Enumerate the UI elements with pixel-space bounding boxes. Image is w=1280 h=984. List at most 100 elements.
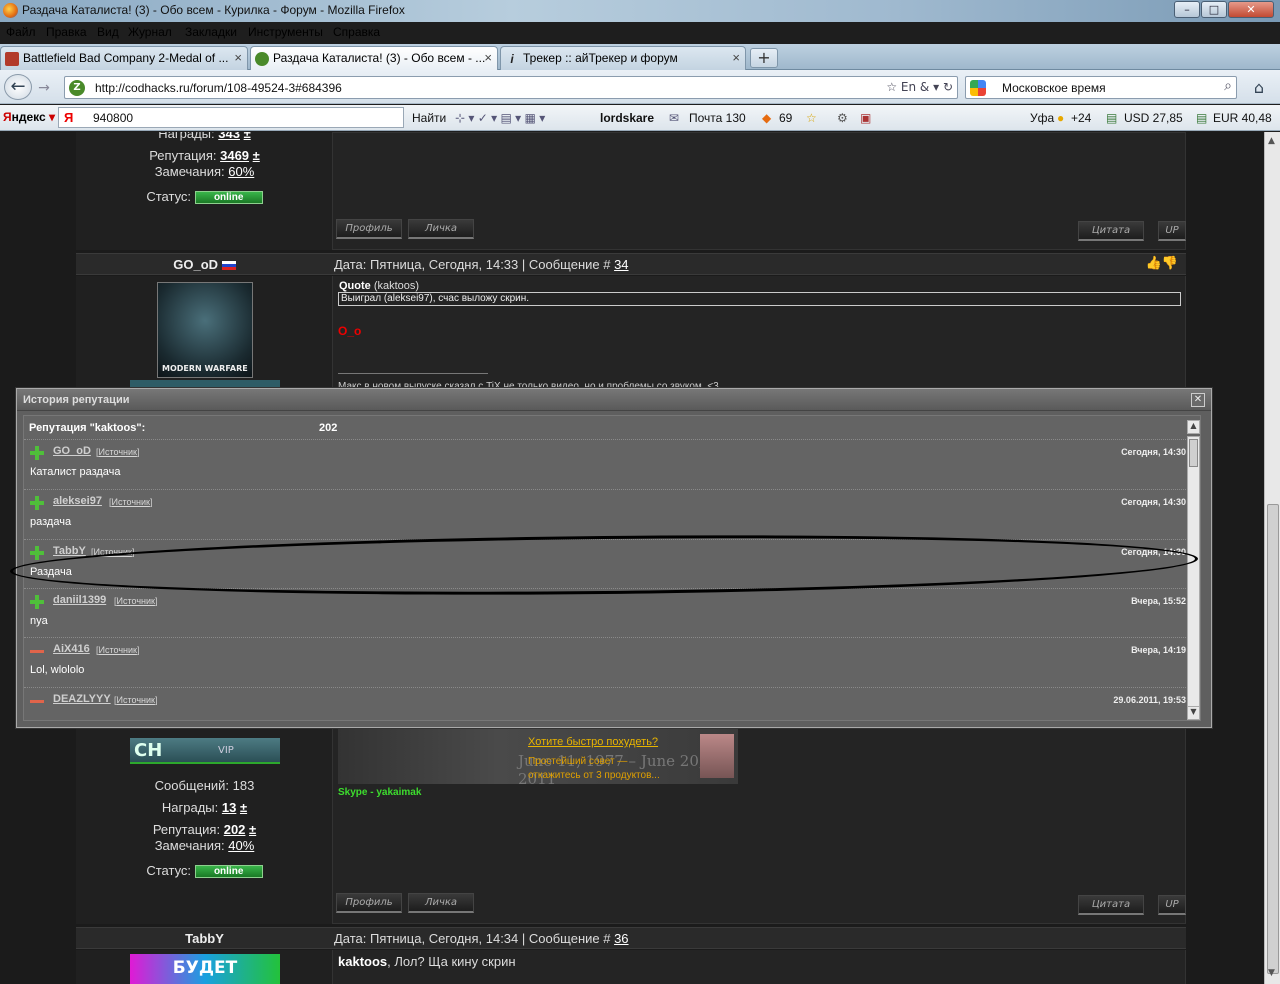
weather-city[interactable]: Уфа [1030, 111, 1054, 125]
source-link[interactable]: [Источник] [91, 547, 134, 557]
close-tab-icon[interactable]: × [484, 50, 492, 65]
post-meta: Дата: Пятница, Сегодня, 14:34 | Сообщени… [334, 931, 629, 946]
tab-forum[interactable]: Раздача Каталиста! (3) - Обо всем - ... … [250, 46, 498, 70]
new-tab-button[interactable]: + [750, 48, 778, 68]
close-tab-icon[interactable]: × [732, 50, 740, 65]
post-number-link[interactable]: 34 [614, 257, 628, 272]
ad-line1[interactable]: Простейший совет — [528, 756, 627, 767]
profile-button[interactable]: Профиль [336, 219, 402, 239]
entry-comment: nya [30, 615, 48, 627]
tab-label: Battlefield Bad Company 2-Medal of ... [23, 51, 229, 65]
entry-user-link[interactable]: AiX416 [53, 643, 90, 655]
yandex-feed-count[interactable]: 69 [779, 111, 792, 125]
search-go-icon[interactable]: ⌕ [1224, 78, 1232, 94]
search-input[interactable]: Московское время [1002, 81, 1106, 95]
yandex-mail[interactable]: Почта 130 [689, 111, 746, 125]
up-button[interactable]: UP [1158, 895, 1186, 915]
yandex-tools-icons[interactable]: ⊹ ▾ ✓ ▾ ▤ ▾ ▦ ▾ [455, 111, 545, 125]
ad-title[interactable]: Хотите быстро похудеть? [528, 736, 658, 748]
home-button[interactable]: ⌂ [1247, 77, 1271, 99]
menu-edit[interactable]: Правка [46, 25, 87, 39]
yandex-search-field[interactable]: Я 940800 [58, 107, 404, 128]
google-icon[interactable] [970, 80, 986, 96]
post-author[interactable]: TabbY [76, 931, 333, 946]
dialog-titlebar[interactable]: История репутации ✕ [17, 389, 1211, 411]
page-scrollbar[interactable]: ▲ ▼ [1264, 132, 1280, 984]
yandex-find-button[interactable]: Найти [412, 111, 446, 125]
list-scroll-down-icon[interactable]: ▼ [1187, 706, 1200, 720]
warn-link[interactable]: 40% [228, 838, 254, 853]
thumbs-icon[interactable]: 👍👎 [1146, 256, 1178, 271]
warn-link[interactable]: 60% [228, 164, 254, 179]
menu-history[interactable]: Журнал [128, 25, 172, 39]
tab-tracker[interactable]: i Трекер :: айТрекер и форум × [500, 46, 746, 70]
ad-line2[interactable]: откажитесь от 3 продуктов... [528, 770, 660, 781]
menu-help[interactable]: Справка [333, 25, 380, 39]
list-scroll-up-icon[interactable]: ▲ [1187, 420, 1200, 434]
menu-tools[interactable]: Инструменты [248, 25, 323, 39]
pm-button[interactable]: Личка [408, 219, 474, 239]
scroll-down-icon[interactable]: ▼ [1268, 968, 1275, 978]
post-author[interactable]: GO_oD [76, 257, 333, 272]
quote-button[interactable]: Цитата [1078, 895, 1144, 915]
minimize-button[interactable]: – [1174, 1, 1200, 18]
rep-link[interactable]: 3469 [220, 148, 249, 163]
list-scrollbar[interactable] [1187, 436, 1200, 708]
tab-battlefield[interactable]: Battlefield Bad Company 2-Medal of ... × [0, 46, 248, 70]
scroll-up-icon[interactable]: ▲ [1268, 136, 1275, 146]
up-button[interactable]: UP [1158, 221, 1186, 241]
weather-temp[interactable]: +24 [1071, 111, 1091, 125]
source-link[interactable]: [Источник] [96, 645, 139, 655]
back-button[interactable]: ← [4, 74, 32, 100]
forward-button[interactable]: → [34, 78, 54, 98]
address-bar[interactable]: Z http://codhacks.ru/forum/108-49524-3#6… [64, 76, 958, 99]
menu-file[interactable]: Файл [6, 25, 36, 39]
entry-user-link[interactable]: TabbY [53, 545, 86, 557]
maximize-button[interactable]: □ [1201, 1, 1227, 18]
source-link[interactable]: [Источник] [114, 596, 157, 606]
eur-rate[interactable]: EUR 40,48 [1213, 111, 1272, 125]
warn-stat: Замечания: 40% [154, 838, 255, 853]
menu-view[interactable]: Вид [97, 25, 119, 39]
awards-plus[interactable]: ± [240, 800, 247, 815]
rep-plus[interactable]: ± [249, 822, 256, 837]
yandex-toolbar: Яндекс ▾ Я 940800 Найти ⊹ ▾ ✓ ▾ ▤ ▾ ▦ ▾ … [0, 105, 1280, 131]
source-link[interactable]: [Источник] [114, 695, 157, 705]
entry-user-link[interactable]: aleksei97 [53, 495, 102, 507]
yandex-logo[interactable]: Яндекс ▾ [3, 110, 55, 124]
awards-link[interactable]: 13 [222, 800, 236, 815]
awards-link[interactable]: 343 [218, 132, 240, 141]
pm-button[interactable]: Личка [408, 893, 474, 913]
gear-icon[interactable]: ⚙ [837, 111, 848, 125]
entry-user-link[interactable]: daniil1399 [53, 594, 106, 606]
close-window-button[interactable]: ✕ [1228, 1, 1274, 18]
scroll-thumb[interactable] [1267, 504, 1279, 974]
plus-icon [30, 595, 44, 609]
dialog-close-button[interactable]: ✕ [1191, 393, 1205, 407]
entry-user-link[interactable]: DEAZLYYY [53, 693, 111, 705]
menu-bookmarks[interactable]: Закладки [185, 25, 237, 39]
source-link[interactable]: [Источник] [96, 447, 139, 457]
site-identity-icon[interactable]: Z [69, 80, 85, 96]
entry-time: Вчера, 14:19 [1131, 645, 1186, 655]
yandex-user[interactable]: lordskare [600, 111, 654, 125]
profile-button[interactable]: Профиль [336, 893, 402, 913]
source-link[interactable]: [Источник] [109, 497, 152, 507]
star-icon[interactable]: ☆ [806, 111, 817, 125]
search-bar[interactable]: Московское время ⌕ [965, 76, 1237, 99]
usd-rate[interactable]: USD 27,85 [1124, 111, 1183, 125]
entry-user-link[interactable]: GO_oD [53, 445, 91, 457]
address-bar-tools[interactable]: ☆ En & ▾ ↻ [886, 80, 953, 94]
yandex-menu-chevron-icon[interactable]: ▾ [49, 110, 55, 124]
yandex-search-input[interactable]: 940800 [93, 111, 133, 125]
list-scroll-thumb[interactable] [1189, 439, 1198, 467]
post-number-link[interactable]: 36 [614, 931, 628, 946]
quote-button[interactable]: Цитата [1078, 221, 1144, 241]
rep-plus[interactable]: ± [253, 148, 260, 163]
url-text[interactable]: http://codhacks.ru/forum/108-49524-3#684… [95, 81, 342, 95]
ad-image[interactable] [700, 734, 734, 778]
rep-link[interactable]: 202 [224, 822, 246, 837]
bookmark-icon[interactable]: ▣ [860, 111, 871, 125]
awards-plus[interactable]: ± [244, 132, 251, 141]
close-tab-icon[interactable]: × [234, 50, 242, 65]
